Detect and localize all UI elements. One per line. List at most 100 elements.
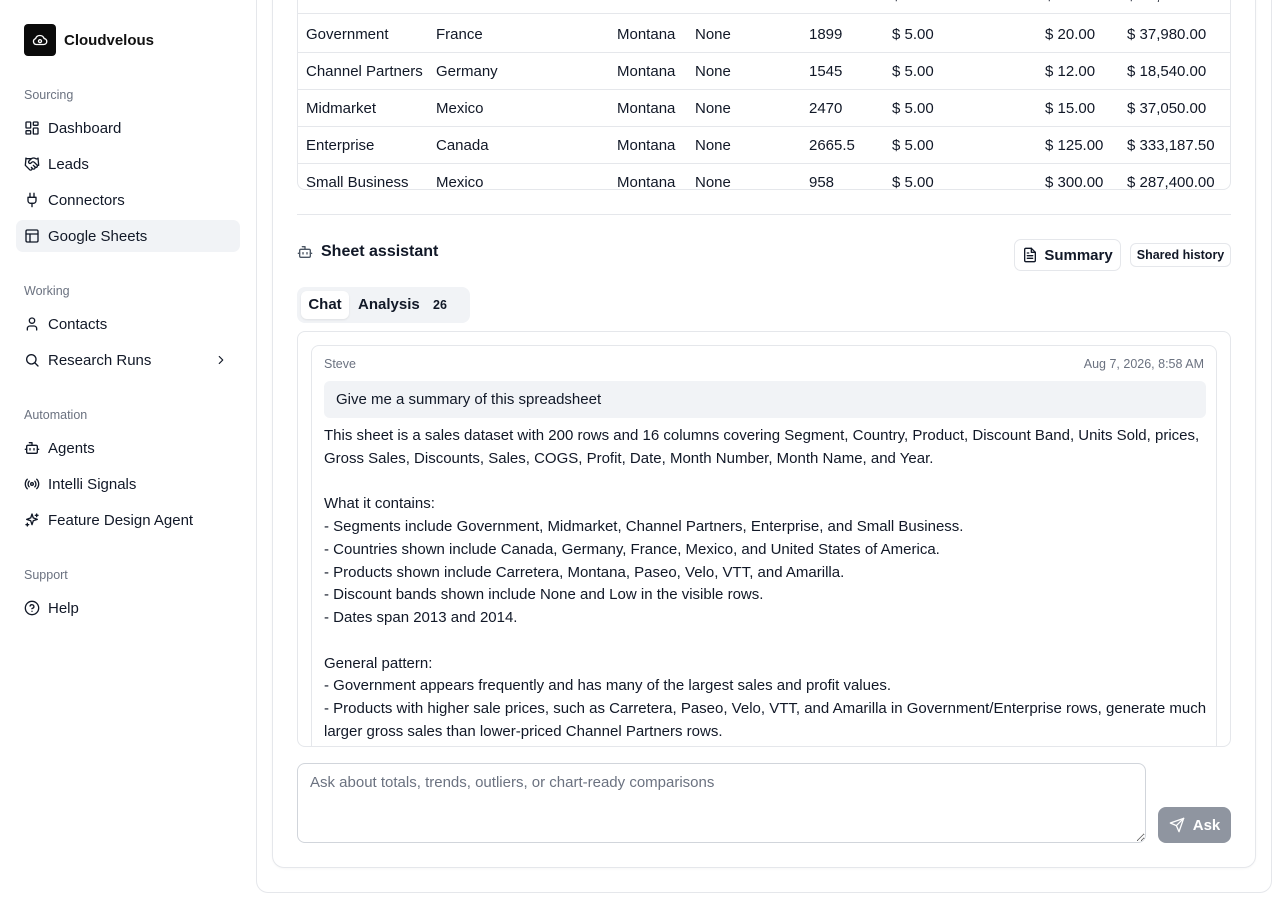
sidebar-item-label: Google Sheets [48,227,148,245]
sidebar-item-feature-design-agent[interactable]: Feature Design Agent [16,504,240,536]
table-row[interactable]: Midmarket Mexico Montana None 2470 $ 5.0… [298,90,1230,127]
cell-sale-price: $ 12.00 [1045,0,1095,14]
cell-sale-price: $ 12.00 [1045,63,1096,80]
ask-input[interactable] [297,763,1146,843]
file-text-icon [1022,247,1038,263]
sheet-icon [24,228,40,244]
cell-discount-band: None [695,0,731,14]
assistant-header: Sheet assistant [297,243,438,261]
cell-product: Montana [617,63,676,80]
summary-button[interactable]: Summary [1014,239,1121,271]
message-timestamp: Aug 7, 2026, 8:58 AM [1083,357,1204,371]
cell-product: Montana [617,100,676,117]
table-row[interactable]: Channel Partners Germany Montana None 15… [298,53,1230,90]
cell-manufacturing-price: $ 5.00 [892,100,934,117]
analysis-count-badge: 26 [433,298,447,312]
sidebar-item-leads[interactable]: Leads [16,148,240,180]
sidebar-item-agents[interactable]: Agents [16,432,240,464]
sidebar-item-contacts[interactable]: Contacts [16,308,240,340]
bot-icon [297,244,313,260]
cell-product: Montana [617,137,676,154]
table-row[interactable]: Channel Partners Canada Montana None 251… [298,0,1230,14]
dashboard-icon [24,120,40,136]
cell-units-sold: 2518 [809,0,842,14]
cell-sale-price: $ 300.00 [1045,174,1104,190]
help-circle-icon [24,600,40,616]
message-author: Steve [324,357,356,371]
cloud-logo-icon [24,24,56,56]
search-icon [24,352,40,368]
cell-discount-band: None [695,137,731,154]
cell-sale-price: $ 125.00 [1045,137,1104,154]
cell-manufacturing-price: $ 5.00 [892,26,934,43]
sidebar-item-help[interactable]: Help [16,592,240,624]
bot-icon [24,440,40,456]
reply-line: - Products shown include Carretera, Mont… [324,563,845,581]
ask-button[interactable]: Ask [1158,807,1231,843]
reply-line: This sheet is a sales dataset with 200 r… [324,427,1200,444]
reply-line: Gross Sales, Discounts, Sales, COGS, Pro… [324,449,934,467]
tab-analysis[interactable]: Analysis [358,291,420,319]
cell-units-sold: 958 [809,174,835,190]
cell-product: Montana [617,0,675,14]
cell-discount-band: None [695,63,731,80]
cell-gross-sales: $ 30,216.00 [1127,0,1206,14]
section-label-automation: Automation [24,408,88,422]
cell-discount-band: None [695,100,731,117]
chat-panel[interactable]: Steve Aug 7, 2026, 8:58 AM Give me a sum… [297,331,1231,747]
reply-line: larger gross sales than lower-priced Cha… [324,722,723,740]
sidebar: Cloudvelous Sourcing Dashboard Leads Con… [0,0,256,900]
cell-country: Germany [436,63,498,80]
chevron-right-icon[interactable] [214,353,228,367]
sidebar-item-label: Leads [48,155,89,173]
assistant-title: Sheet assistant [321,243,439,260]
cell-segment: Enterprise [306,137,375,154]
cell-gross-sales: $ 333,187.50 [1127,137,1215,154]
cell-segment: Government [306,26,389,43]
cell-gross-sales: $ 287,400.00 [1127,174,1215,190]
plug-icon [24,192,40,208]
radio-icon [24,476,40,492]
sidebar-item-dashboard[interactable]: Dashboard [16,112,240,144]
cell-country: Canada [436,137,489,154]
reply-line [324,630,1208,653]
cell-segment: Channel Partners [306,0,423,14]
sidebar-item-label: Connectors [48,191,125,209]
user-message: Give me a summary of this spreadsheet [324,381,1206,418]
cell-manufacturing-price: $ 5.00 [892,0,934,14]
brand-name: Cloudvelous [64,31,155,49]
shared-history-button[interactable]: Shared history [1130,243,1231,267]
sidebar-item-label: Research Runs [48,351,152,369]
cell-units-sold: 2665.5 [809,137,855,154]
summary-button-label: Summary [1044,246,1113,264]
reply-line: - Products with higher sale prices, such… [324,700,1207,717]
cell-units-sold: 2470 [809,100,843,117]
sidebar-item-google-sheets[interactable]: Google Sheets [16,220,240,252]
cell-discount-band: None [695,174,731,190]
reply-line: - Government appears frequently and has … [324,677,891,695]
cell-country: Mexico [436,100,484,117]
cell-segment: Small Business [306,174,409,190]
sidebar-item-label: Intelli Signals [48,475,137,493]
send-icon [1169,817,1185,833]
section-divider [297,214,1231,215]
sidebar-item-connectors[interactable]: Connectors [16,184,240,216]
table-row[interactable]: Enterprise Canada Montana None 2665.5 $ … [298,127,1230,164]
cell-manufacturing-price: $ 5.00 [892,63,934,80]
assistant-tabs: Chat Analysis 26 [297,287,470,323]
cell-sale-price: $ 20.00 [1045,26,1096,43]
message-card: Steve Aug 7, 2026, 8:58 AM Give me a sum… [311,345,1217,746]
sidebar-item-intelli-signals[interactable]: Intelli Signals [16,468,240,500]
table-row[interactable]: Small Business Mexico Montana None 958 $… [298,164,1230,190]
cell-gross-sales: $ 37,050.00 [1127,100,1207,117]
section-label-support: Support [24,568,68,582]
brand[interactable]: Cloudvelous [24,24,154,56]
sidebar-item-research-runs[interactable]: Research Runs [16,344,240,376]
user-icon [24,316,40,332]
handshake-icon [24,156,40,172]
tab-chat[interactable]: Chat [301,291,349,319]
reply-line: - Countries shown include Canada, German… [324,540,940,558]
table-row[interactable]: Government France Montana None 1899 $ 5.… [298,16,1230,53]
sheet-table[interactable]: Channel Partners Canada Montana None 251… [297,0,1231,190]
cell-gross-sales: $ 18,540.00 [1127,63,1207,80]
